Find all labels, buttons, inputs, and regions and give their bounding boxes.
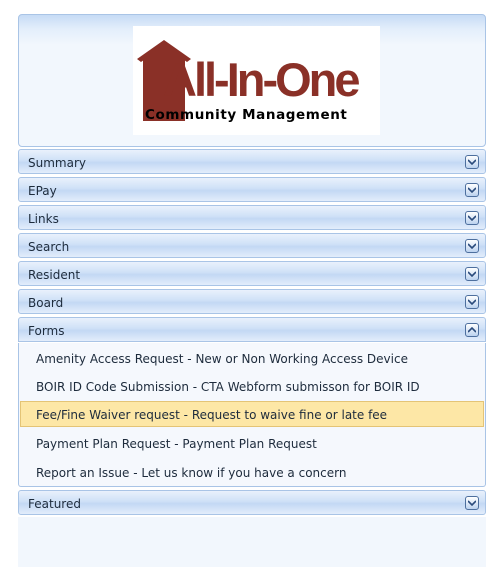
section-label: Forms bbox=[28, 324, 65, 338]
chevron-down-icon[interactable] bbox=[465, 295, 479, 309]
section-label: Board bbox=[28, 296, 64, 310]
section-resident[interactable]: Resident bbox=[18, 261, 486, 286]
link-report-an-issue[interactable]: Report an Issue - Let us know if you hav… bbox=[20, 459, 484, 485]
link-label: Amenity Access Request - New or Non Work… bbox=[36, 352, 408, 366]
section-forms[interactable]: Forms bbox=[18, 317, 486, 342]
chevron-down-icon[interactable] bbox=[465, 183, 479, 197]
section-label: EPay bbox=[28, 184, 57, 198]
chevron-down-icon[interactable] bbox=[465, 155, 479, 169]
section-label: Summary bbox=[28, 156, 86, 170]
link-fee-fine-waiver-request[interactable]: Fee/Fine Waiver request - Request to wai… bbox=[20, 401, 484, 427]
section-search[interactable]: Search bbox=[18, 233, 486, 258]
section-featured[interactable]: Featured bbox=[18, 490, 486, 515]
company-logo: All-In-One Community Management bbox=[133, 26, 380, 135]
chevron-down-icon[interactable] bbox=[465, 239, 479, 253]
section-summary[interactable]: Summary bbox=[18, 149, 486, 174]
chevron-up-icon[interactable] bbox=[465, 323, 479, 337]
link-label: Payment Plan Request - Payment Plan Requ… bbox=[36, 437, 317, 451]
link-label: BOIR ID Code Submission - CTA Webform su… bbox=[36, 380, 420, 394]
logo-title: All-In-One bbox=[163, 53, 361, 106]
link-payment-plan-request[interactable]: Payment Plan Request - Payment Plan Requ… bbox=[20, 430, 484, 456]
section-label: Links bbox=[28, 212, 59, 226]
section-epay[interactable]: EPay bbox=[18, 177, 486, 202]
logo-subtitle: Community Management bbox=[145, 107, 348, 123]
logo-panel: All-In-One Community Management bbox=[18, 14, 486, 147]
link-label: Fee/Fine Waiver request - Request to wai… bbox=[36, 408, 388, 422]
section-label: Resident bbox=[28, 268, 81, 282]
section-board[interactable]: Board bbox=[18, 289, 486, 314]
chevron-down-icon[interactable] bbox=[465, 211, 479, 225]
link-boir-id-code-submission[interactable]: BOIR ID Code Submission - CTA Webform su… bbox=[20, 373, 484, 399]
chevron-down-icon[interactable] bbox=[465, 496, 479, 510]
link-label: Report an Issue - Let us know if you hav… bbox=[36, 466, 347, 480]
forms-content: Amenity Access Request - New or Non Work… bbox=[18, 343, 486, 487]
section-links[interactable]: Links bbox=[18, 205, 486, 230]
section-label: Featured bbox=[28, 497, 81, 511]
empty-panel-area bbox=[18, 517, 486, 567]
link-amenity-access-request[interactable]: Amenity Access Request - New or Non Work… bbox=[20, 345, 484, 371]
section-label: Search bbox=[28, 240, 70, 254]
chevron-down-icon[interactable] bbox=[465, 267, 479, 281]
